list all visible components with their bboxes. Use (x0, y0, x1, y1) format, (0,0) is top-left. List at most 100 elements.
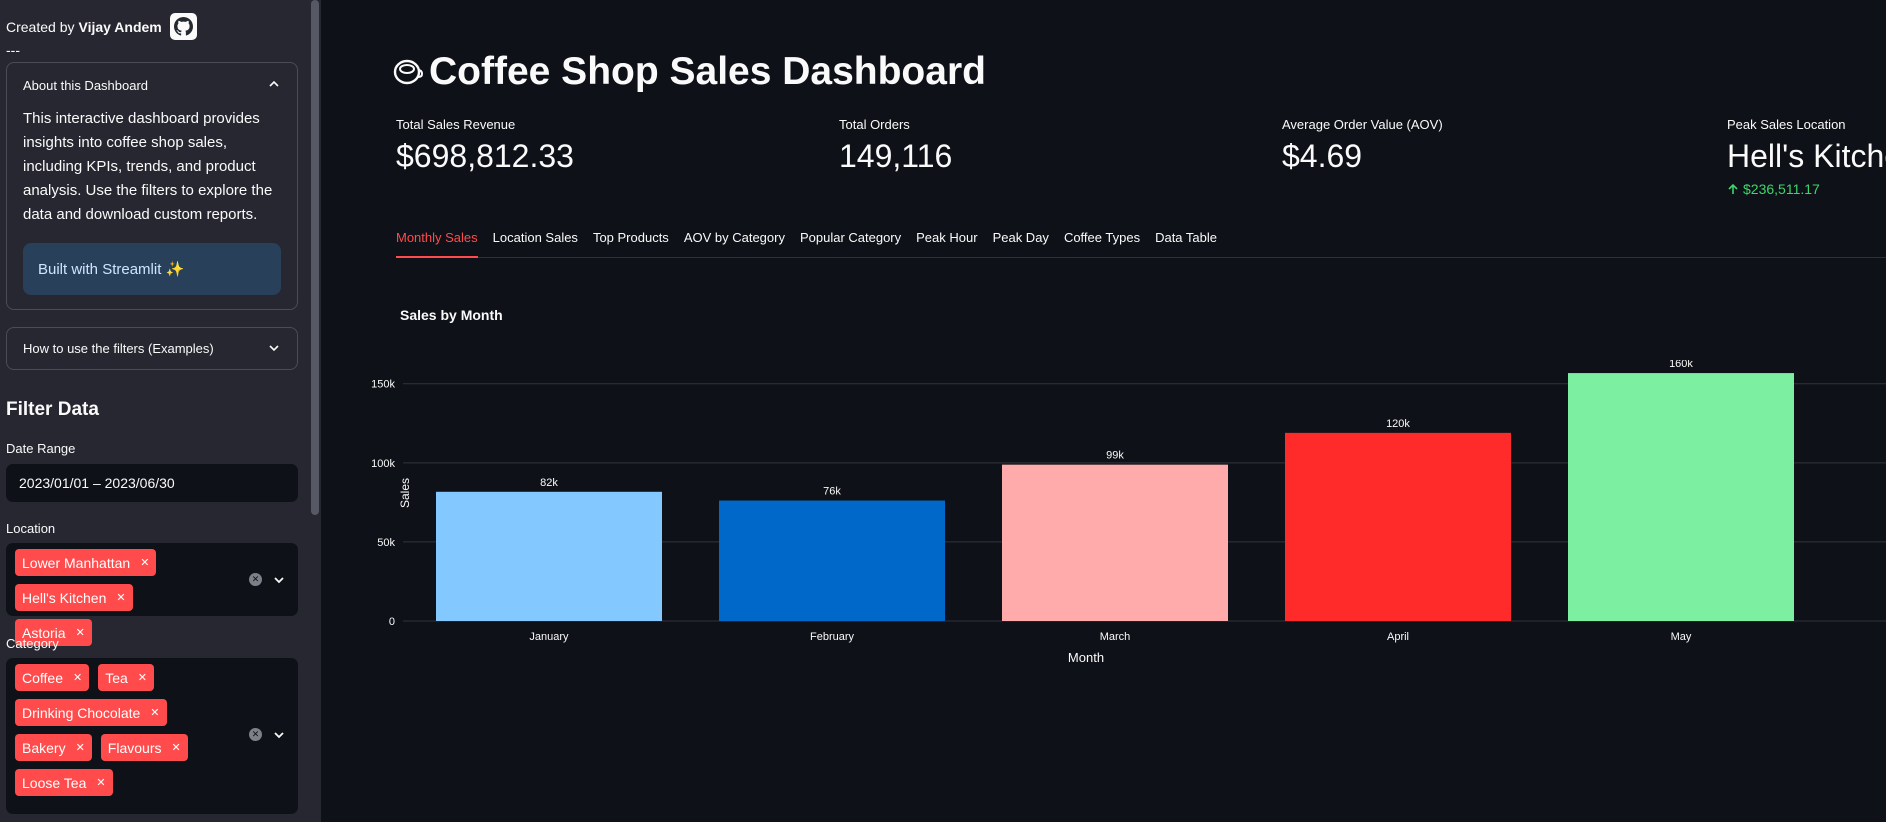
metric-label: Total Sales Revenue (396, 117, 516, 132)
filter-tag[interactable]: Flavours ✕ (100, 734, 188, 761)
created-by: Created by Vijay Andem (6, 13, 197, 40)
x-tick-label: February (810, 631, 855, 643)
filter-data-heading: Filter Data (6, 399, 99, 420)
tab-aov-by-category[interactable]: AOV by Category (684, 228, 785, 258)
category-multiselect[interactable]: Coffee ✕ Tea ✕ Drinking Chocolate ✕ Bakery ✕ Fla… (6, 658, 298, 814)
tab-popular-category[interactable]: Popular Category (800, 228, 901, 258)
category-label: Category (6, 636, 59, 651)
about-body: This interactive dashboard provides insi… (23, 110, 273, 223)
filter-tag-label: Drinking Chocolate (22, 704, 141, 721)
github-icon[interactable] (169, 13, 197, 40)
filter-tag[interactable]: Hell's Kitchen ✕ (15, 584, 133, 611)
y-tick-label: 0 (389, 616, 395, 628)
x-tick-label: March (1100, 631, 1131, 643)
page-title-text: Coffee Shop Sales Dashboard (429, 50, 986, 93)
about-expander-title: About this Dashboard (23, 77, 149, 93)
created-prefix: Created by (6, 18, 75, 35)
remove-tag-icon[interactable]: ✕ (171, 741, 180, 754)
x-tick-label: January (529, 631, 569, 643)
y-tick-label: 50k (377, 537, 395, 549)
sidebar: Created by Vijay Andem --- About this Das… (0, 0, 321, 822)
howto-expander-header[interactable]: How to use the filters (Examples) (7, 328, 297, 369)
y-tick-label: 150k (371, 379, 395, 391)
chevron-down-icon[interactable] (272, 573, 286, 587)
metric-aov: Average Order Value (AOV) $4.69 (1282, 117, 1443, 175)
x-tick-label: April (1387, 631, 1409, 643)
author-name: Vijay Andem (78, 18, 162, 35)
location-multiselect[interactable]: Lower Manhattan ✕ Hell's Kitchen ✕ Astoria ✕ … (6, 543, 298, 646)
metric-value: $4.69 (1282, 138, 1363, 174)
x-axis-label: Month (1068, 650, 1104, 665)
tab-data-table[interactable]: Data Table (1155, 228, 1217, 258)
category-tags: Coffee ✕ Tea ✕ Drinking Chocolate ✕ Bakery ✕ Fla… (15, 664, 195, 796)
location-tags: Lower Manhattan ✕ Hell's Kitchen ✕ Astoria ✕ (15, 549, 215, 646)
main-content: Coffee Shop Sales Dashboard Total Sales … (321, 0, 1886, 822)
about-expander-header[interactable]: About this Dashboard (7, 63, 297, 107)
bar-data-label: 99k (1106, 450, 1124, 462)
remove-tag-icon[interactable]: ✕ (140, 556, 149, 569)
date-range-input[interactable]: 2023/01/01 – 2023/06/30 (6, 464, 298, 502)
y-tick-label: 100k (371, 458, 395, 470)
remove-tag-icon[interactable]: ✕ (73, 671, 82, 684)
clear-icon[interactable]: ✕ (249, 573, 262, 586)
about-expander: About this Dashboard This interactive da… (6, 62, 298, 310)
sidebar-scrollbar[interactable] (311, 0, 319, 515)
metric-label: Average Order Value (AOV) (1282, 117, 1443, 132)
filter-tag-label: Tea (105, 669, 128, 686)
tab-top-products[interactable]: Top Products (593, 228, 669, 258)
chevron-down-icon[interactable] (272, 728, 286, 742)
chevron-up-icon (269, 80, 279, 87)
metric-peak-location: Peak Sales Location Hell's Kitchen $236,… (1727, 117, 1886, 197)
bar[interactable] (1002, 464, 1228, 621)
tab-monthly-sales[interactable]: Monthly Sales (396, 228, 478, 258)
filter-tag[interactable]: Bakery ✕ (15, 734, 92, 761)
filter-tag[interactable]: Tea ✕ (98, 664, 155, 691)
filter-tag[interactable]: Coffee ✕ (15, 664, 90, 691)
filter-tag[interactable]: Loose Tea ✕ (15, 769, 113, 796)
bar[interactable] (719, 500, 945, 621)
filter-tag-label: Loose Tea (22, 774, 87, 791)
bar-data-label: 82k (540, 477, 558, 489)
y-axis-label: Sales (398, 478, 412, 508)
remove-tag-icon[interactable]: ✕ (150, 706, 159, 719)
bar[interactable] (436, 491, 662, 621)
coffee-cup-icon (393, 59, 423, 85)
filter-tag-label: Bakery (22, 739, 66, 756)
arrow-up-icon (1728, 183, 1738, 194)
metric-label: Total Orders (839, 117, 910, 132)
bar[interactable] (1568, 373, 1794, 621)
remove-tag-icon[interactable]: ✕ (76, 741, 85, 754)
howto-expander-title: How to use the filters (Examples) (23, 341, 214, 356)
remove-tag-icon[interactable]: ✕ (116, 591, 125, 604)
metric-value: $698,812.33 (396, 138, 574, 174)
filter-tag[interactable]: Lower Manhattan ✕ (15, 549, 157, 576)
filter-tag[interactable]: Drinking Chocolate ✕ (15, 699, 167, 726)
metric-delta: $236,511.17 (1727, 181, 1886, 197)
remove-tag-icon[interactable]: ✕ (138, 671, 147, 684)
metric-label: Peak Sales Location (1727, 117, 1846, 132)
tab-location-sales[interactable]: Location Sales (493, 228, 578, 258)
chart-title: Sales by Month (400, 307, 503, 323)
remove-tag-icon[interactable]: ✕ (96, 776, 105, 789)
metric-value: Hell's Kitchen (1727, 138, 1886, 174)
page-title: Coffee Shop Sales Dashboard (393, 50, 986, 94)
tab-peak-day[interactable]: Peak Day (993, 228, 1049, 258)
location-label: Location (6, 521, 56, 536)
separator-text: --- (6, 42, 20, 58)
metric-total-sales: Total Sales Revenue $698,812.33 (396, 117, 574, 175)
filter-tag-label: Coffee (22, 669, 63, 686)
tab-peak-hour[interactable]: Peak Hour (916, 228, 977, 258)
filter-tag-label: Hell's Kitchen (22, 589, 107, 606)
chevron-down-icon (269, 345, 279, 352)
date-range-label: Date Range (6, 441, 76, 456)
howto-expander[interactable]: How to use the filters (Examples) (6, 327, 298, 370)
metric-delta-value: $236,511.17 (1743, 181, 1820, 197)
bar-data-label: 76k (823, 486, 841, 498)
x-tick-label: May (1671, 631, 1692, 643)
bar-data-label: 160k (1669, 360, 1693, 370)
remove-tag-icon[interactable]: ✕ (76, 626, 85, 639)
clear-icon[interactable]: ✕ (249, 728, 262, 741)
tab-coffee-types[interactable]: Coffee Types (1064, 228, 1140, 258)
filter-tag-label: Lower Manhattan (22, 554, 131, 571)
bar[interactable] (1285, 432, 1511, 621)
